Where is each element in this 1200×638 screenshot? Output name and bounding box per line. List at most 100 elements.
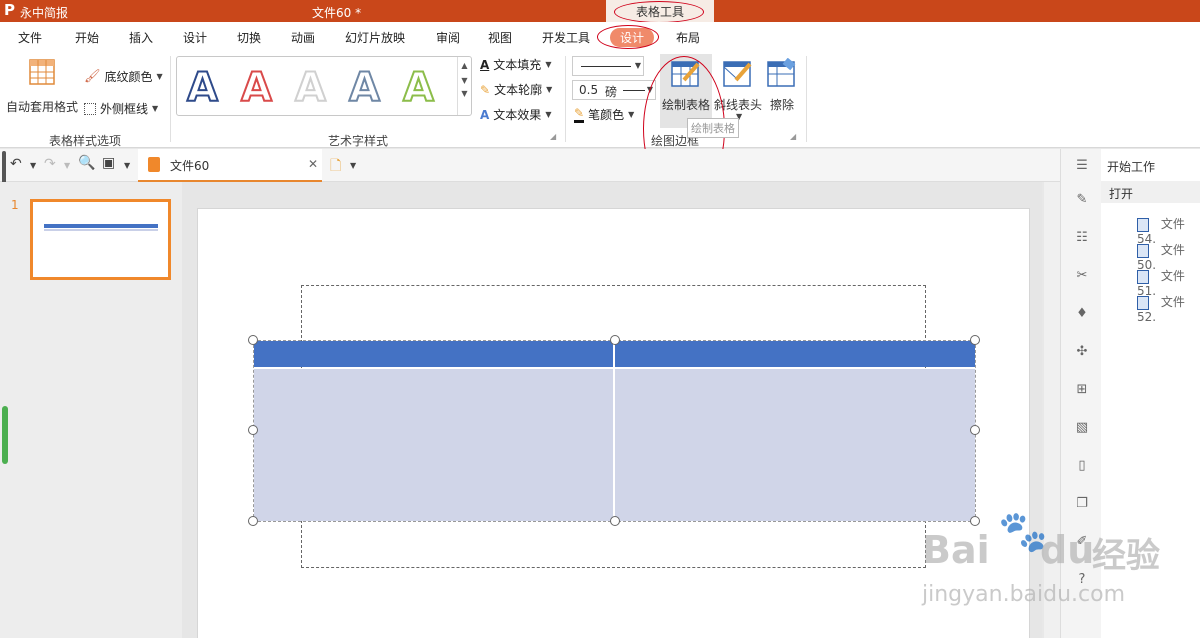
erase-label: 擦除 — [770, 98, 795, 112]
line-style-select[interactable]: ▼ — [572, 56, 644, 76]
menu-table-layout[interactable]: 布局 — [676, 29, 700, 46]
menu-transitions[interactable]: 切换 — [237, 29, 261, 46]
table-body-cell[interactable] — [254, 369, 613, 521]
text-outline-icon: ✎ — [480, 82, 491, 97]
resize-handle[interactable] — [610, 516, 620, 526]
thumbnail-table-preview — [44, 224, 158, 228]
chevron-down-icon: ▼ — [545, 110, 552, 119]
text-fill-button[interactable]: A 文本填充 ▼ — [480, 56, 551, 73]
document-icon — [1137, 269, 1149, 284]
pencil-icon[interactable]: ✎ — [1075, 193, 1089, 207]
menu-slideshow[interactable]: 幻灯片放映 — [345, 29, 405, 46]
slide-thumbnail-pane: 1 — [0, 182, 182, 638]
outer-border-button[interactable]: 外侧框线 ▼ — [84, 100, 158, 117]
wordart-sample[interactable]: A — [240, 64, 273, 112]
table-style-group-label: 表格样式选项 — [49, 134, 122, 148]
resize-handle[interactable] — [970, 425, 980, 435]
shading-color-label: 底纹颜色 — [104, 70, 153, 84]
resize-handle[interactable] — [970, 335, 980, 345]
document-icon — [1137, 295, 1149, 310]
menu-developer[interactable]: 开发工具 — [542, 29, 590, 46]
table[interactable] — [254, 341, 975, 521]
text-fill-label: 文本填充 — [493, 58, 542, 72]
line-weight-select[interactable]: 0.5 磅 ▼ — [572, 80, 656, 100]
erase-button[interactable]: 擦除 — [766, 54, 802, 124]
chevron-down-icon: ▼ — [628, 110, 635, 119]
text-effect-button[interactable]: A 文本效果 ▼ — [480, 106, 551, 123]
eraser-icon — [767, 58, 796, 87]
text-fill-icon: A — [480, 57, 490, 72]
menu-design[interactable]: 设计 — [183, 29, 207, 46]
save-icon[interactable]: ▣ — [102, 155, 115, 171]
wordart-sample[interactable]: A — [348, 64, 381, 112]
new-document-icon[interactable]: 🗋 — [330, 155, 341, 179]
auto-format-button[interactable]: 自动套用格式 — [6, 56, 80, 116]
wordart-sample[interactable]: A — [402, 64, 435, 112]
table-header-cell[interactable] — [615, 341, 975, 367]
resize-handle[interactable] — [248, 516, 258, 526]
menu-view[interactable]: 视图 — [488, 29, 512, 46]
pen-color-label: 笔颜色 — [588, 108, 625, 122]
menu-review[interactable]: 审阅 — [436, 29, 460, 46]
document-title: 文件60 * — [312, 6, 362, 20]
table-header-cell[interactable] — [254, 341, 613, 367]
image-icon[interactable]: ▧ — [1075, 421, 1089, 435]
resize-handle[interactable] — [248, 335, 258, 345]
document-tab-label: 文件60 — [170, 159, 210, 173]
wordart-sample[interactable]: A — [294, 64, 327, 112]
group-divider — [170, 56, 171, 142]
close-icon[interactable]: ✕ — [308, 157, 318, 171]
border-icon — [84, 102, 96, 115]
chevron-down-icon[interactable]: ▼ — [350, 161, 356, 170]
menu-animations[interactable]: 动画 — [291, 29, 315, 46]
sliders-icon[interactable]: ☷ — [1075, 231, 1089, 245]
menu-icon[interactable]: ☰ — [1075, 159, 1089, 173]
pane-handle[interactable] — [2, 151, 6, 185]
table-tools-context-tab[interactable]: 表格工具 — [606, 0, 714, 23]
slide-canvas — [182, 182, 1060, 638]
open-section[interactable]: 打开 — [1101, 181, 1200, 203]
grid-icon[interactable]: ⊞ — [1075, 383, 1089, 397]
undo-icon[interactable]: ↶ — [10, 156, 22, 172]
open-label: 打开 — [1109, 187, 1134, 201]
expand-icon[interactable]: ▼ — [458, 89, 471, 98]
menu-insert[interactable]: 插入 — [129, 29, 153, 46]
group-launcher-icon[interactable]: ◢ — [790, 132, 796, 141]
wordart-gallery[interactable]: A A A A A ▲ ▼ ▼ — [176, 56, 472, 116]
slide-thumbnail[interactable] — [30, 199, 171, 280]
slide[interactable] — [197, 208, 1030, 638]
tools-icon[interactable]: ✂ — [1075, 269, 1089, 283]
menu-home[interactable]: 开始 — [75, 29, 99, 46]
pen-icon: ✎ — [574, 106, 585, 123]
splitter-handle[interactable] — [2, 406, 8, 464]
menu-file[interactable]: 文件 — [18, 29, 42, 46]
brush-icon[interactable]: ♦ — [1075, 307, 1089, 321]
line-style-preview — [581, 66, 631, 67]
redo-icon[interactable]: ↷ — [44, 156, 56, 172]
pen-color-button[interactable]: ✎ 笔颜色 ▼ — [574, 106, 634, 123]
chevron-down-icon[interactable]: ▼ — [64, 161, 70, 170]
chevron-down-icon: ▼ — [156, 72, 163, 81]
shapes-icon[interactable]: ✣ — [1075, 345, 1089, 359]
wordart-sample[interactable]: A — [186, 64, 219, 112]
outer-border-label: 外侧框线 — [100, 102, 149, 116]
paint-bucket-icon: 🖌 — [84, 69, 101, 84]
table-body-cell[interactable] — [615, 369, 975, 521]
annotation-circle — [597, 25, 659, 49]
document-tab[interactable]: 文件60 ✕ — [138, 149, 322, 182]
quick-access-toolbar: ↶ ▼ ↷ ▼ 🔍 ▣ ▼ 文件60 ✕ 🗋 ▼ — [0, 149, 1060, 185]
resize-handle[interactable] — [610, 335, 620, 345]
scroll-up-icon[interactable]: ▲ — [458, 61, 471, 70]
shading-color-button[interactable]: 🖌 底纹颜色 ▼ — [84, 68, 163, 85]
group-launcher-icon[interactable]: ◢ — [550, 132, 556, 141]
print-preview-icon[interactable]: 🔍 — [78, 155, 95, 171]
scroll-down-icon[interactable]: ▼ — [458, 76, 471, 85]
gallery-scrollbar[interactable]: ▲ ▼ ▼ — [457, 57, 471, 115]
chevron-down-icon: ▼ — [545, 60, 552, 69]
chevron-down-icon[interactable]: ▼ — [124, 161, 130, 170]
clipboard-icon[interactable]: ▯ — [1075, 459, 1089, 473]
text-outline-button[interactable]: ✎ 文本轮廓 ▼ — [480, 81, 552, 98]
recent-file-item[interactable]: 文件52. — [1137, 293, 1200, 324]
resize-handle[interactable] — [248, 425, 258, 435]
chevron-down-icon[interactable]: ▼ — [30, 161, 36, 170]
